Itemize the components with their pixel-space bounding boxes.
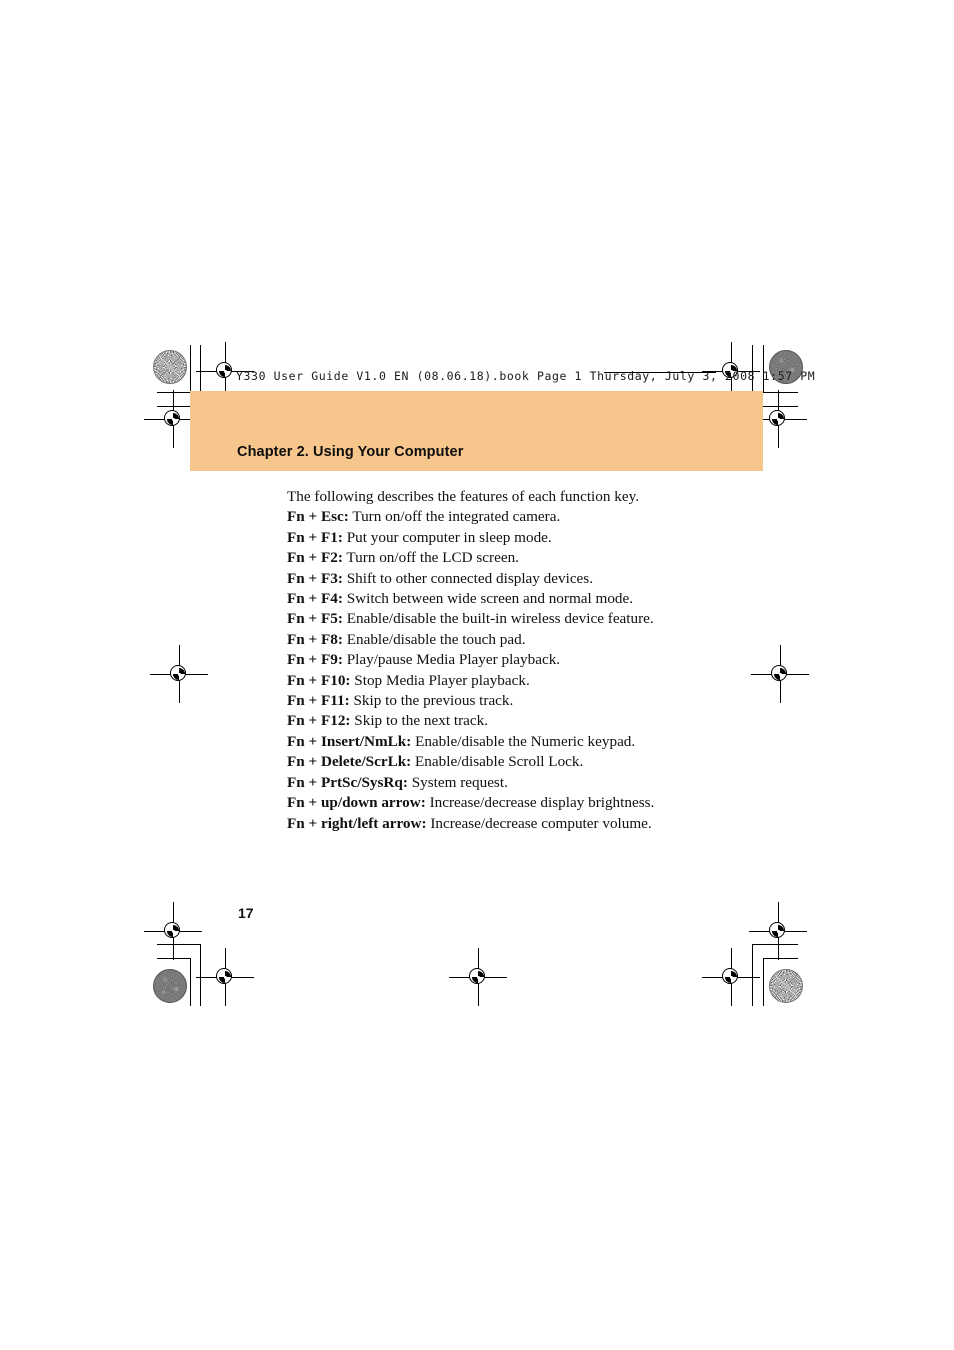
function-key-description: Increase/decrease computer volume. bbox=[426, 814, 652, 832]
function-key-combo: Fn + PrtSc/SysRq: bbox=[287, 773, 408, 791]
document-header-rule bbox=[604, 372, 716, 373]
function-key-line: Fn + F3: Shift to other connected displa… bbox=[287, 569, 717, 589]
function-key-combo: Fn + F1: bbox=[287, 528, 343, 546]
crop-mark-bottom-right-outer-h bbox=[752, 944, 798, 945]
function-key-combo: Fn + Delete/ScrLk: bbox=[287, 753, 412, 771]
function-key-line: Fn + F2: Turn on/off the LCD screen. bbox=[287, 548, 717, 568]
function-key-line: Fn + Esc: Turn on/off the integrated cam… bbox=[287, 507, 717, 527]
density-patch-circle-bottom-left bbox=[153, 969, 187, 1003]
halftone-screen-circle-bottom-right bbox=[769, 969, 803, 1003]
function-key-line: Fn + F5: Enable/disable the built-in wir… bbox=[287, 609, 717, 629]
function-key-description: Put your computer in sleep mode. bbox=[342, 528, 552, 546]
chapter-header-band: Chapter 2. Using Your Computer bbox=[190, 391, 763, 471]
function-key-line: Fn + F12: Skip to the next track. bbox=[287, 711, 717, 731]
function-key-line: Fn + up/down arrow: Increase/decrease di… bbox=[287, 793, 717, 813]
function-key-description: Skip to the previous track. bbox=[349, 692, 514, 710]
function-key-combo: Fn + F4: bbox=[287, 590, 343, 608]
function-key-list: Fn + Esc: Turn on/off the integrated cam… bbox=[287, 507, 717, 834]
function-key-combo: Fn + F3: bbox=[287, 569, 343, 587]
function-key-description: Enable/disable the touch pad. bbox=[342, 630, 526, 648]
function-key-description: Turn on/off the integrated camera. bbox=[348, 508, 561, 526]
function-key-line: Fn + F8: Enable/disable the touch pad. bbox=[287, 630, 717, 650]
registration-target-lower-left-inner bbox=[144, 902, 202, 960]
function-key-combo: Fn + F2: bbox=[287, 549, 343, 567]
document-header-line: Y330 User Guide V1.0 EN (08.06.18).book … bbox=[236, 369, 816, 383]
function-key-combo: Fn + F8: bbox=[287, 630, 343, 648]
function-key-combo: Fn + Insert/NmLk: bbox=[287, 732, 412, 750]
function-key-combo: Fn + F9: bbox=[287, 651, 343, 669]
function-key-description: Skip to the next track. bbox=[350, 712, 489, 730]
registration-target-left-middle bbox=[150, 645, 208, 703]
function-key-combo: Fn + right/left arrow: bbox=[287, 814, 427, 832]
function-key-combo: Fn + up/down arrow: bbox=[287, 794, 426, 812]
function-key-combo: Fn + Esc: bbox=[287, 508, 349, 526]
function-key-combo: Fn + F12: bbox=[287, 712, 351, 730]
function-key-line: Fn + F1: Put your computer in sleep mode… bbox=[287, 528, 717, 548]
crop-mark-top-right-inner-h bbox=[763, 392, 798, 393]
chapter-title: Chapter 2. Using Your Computer bbox=[237, 444, 464, 460]
registration-target-bottom-left bbox=[196, 948, 254, 1006]
function-key-combo: Fn + F5: bbox=[287, 610, 343, 628]
crop-mark-bottom-right-inner-h bbox=[763, 958, 798, 959]
crop-mark-bottom-left-inner-h bbox=[157, 958, 190, 959]
function-key-line: Fn + F4: Switch between wide screen and … bbox=[287, 589, 717, 609]
function-key-description: Shift to other connected display devices… bbox=[342, 569, 594, 587]
function-key-description: System request. bbox=[407, 773, 508, 791]
crop-mark-bottom-right-inner-v bbox=[763, 958, 764, 1006]
crop-mark-bottom-left-outer-h bbox=[157, 944, 201, 945]
page-sheet: Y330 User Guide V1.0 EN (08.06.18).book … bbox=[0, 0, 954, 1350]
intro-paragraph: The following describes the features of … bbox=[287, 488, 639, 505]
registration-target-bottom-center bbox=[449, 948, 507, 1006]
function-key-line: Fn + F9: Play/pause Media Player playbac… bbox=[287, 650, 717, 670]
page-number: 17 bbox=[238, 905, 254, 921]
function-key-description: Enable/disable the Numeric keypad. bbox=[411, 732, 636, 750]
crop-mark-top-left-inner-v bbox=[190, 345, 191, 393]
registration-target-top-left bbox=[196, 342, 254, 400]
registration-target-bottom-right bbox=[702, 948, 760, 1006]
registration-target-upper-right-inner bbox=[749, 390, 807, 448]
function-key-line: Fn + F11: Skip to the previous track. bbox=[287, 691, 717, 711]
crop-mark-top-left-inner-h bbox=[157, 392, 190, 393]
crop-mark-bottom-left-inner-v bbox=[190, 958, 191, 1006]
function-key-combo: Fn + F11: bbox=[287, 692, 350, 710]
crop-mark-bottom-right-outer-v bbox=[752, 944, 753, 1006]
function-key-line: Fn + F10: Stop Media Player playback. bbox=[287, 671, 717, 691]
function-key-description: Play/pause Media Player playback. bbox=[342, 651, 561, 669]
function-key-description: Switch between wide screen and normal mo… bbox=[342, 590, 634, 608]
function-key-description: Enable/disable the built-in wireless dev… bbox=[342, 610, 654, 628]
registration-target-lower-right-inner bbox=[749, 902, 807, 960]
function-key-description: Increase/decrease display brightness. bbox=[425, 794, 655, 812]
function-key-description: Stop Media Player playback. bbox=[350, 671, 530, 689]
function-key-description: Turn on/off the LCD screen. bbox=[342, 549, 519, 567]
function-key-description: Enable/disable Scroll Lock. bbox=[411, 753, 584, 771]
body-content: The following describes the features of … bbox=[287, 487, 717, 834]
function-key-combo: Fn + F10: bbox=[287, 671, 351, 689]
halftone-screen-circle-top-left bbox=[153, 350, 187, 384]
crop-mark-bottom-left-outer-v bbox=[200, 944, 201, 1006]
registration-target-upper-left-inner bbox=[144, 390, 202, 448]
registration-target-right-middle bbox=[751, 645, 809, 703]
function-key-line: Fn + right/left arrow: Increase/decrease… bbox=[287, 814, 717, 834]
function-key-line: Fn + PrtSc/SysRq: System request. bbox=[287, 773, 717, 793]
function-key-line: Fn + Insert/NmLk: Enable/disable the Num… bbox=[287, 732, 717, 752]
function-key-line: Fn + Delete/ScrLk: Enable/disable Scroll… bbox=[287, 752, 717, 772]
